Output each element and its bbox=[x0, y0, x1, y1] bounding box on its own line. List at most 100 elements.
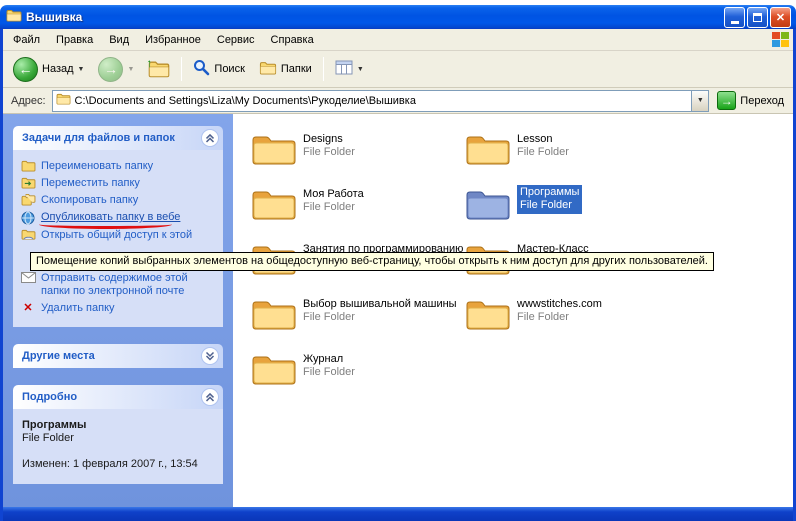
task-rename-folder[interactable]: Переименовать папку bbox=[20, 158, 219, 175]
section-other-places: Другие места bbox=[13, 344, 223, 368]
file-tasks-body: Переименовать папку Переместить папку Ск… bbox=[13, 150, 223, 327]
copy-folder-icon bbox=[20, 194, 36, 206]
expand-button[interactable] bbox=[201, 347, 219, 365]
go-button[interactable]: → Переход bbox=[715, 91, 790, 110]
folder-type: File Folder bbox=[303, 311, 457, 324]
address-bar: Адрес: C:\Documents and Settings\Liza\My… bbox=[3, 88, 793, 114]
share-folder-icon bbox=[20, 229, 36, 241]
folder-name: Моя Работа bbox=[303, 188, 364, 201]
minimize-icon bbox=[731, 21, 739, 24]
folder-type: File Folder bbox=[517, 311, 602, 324]
toolbar: ← Назад ▼ → ▼ ↑ bbox=[3, 51, 793, 88]
folder-icon-selected bbox=[465, 185, 511, 221]
minimize-button[interactable] bbox=[724, 7, 745, 28]
address-folder-icon bbox=[56, 93, 71, 108]
folder-item[interactable]: Моя РаботаFile Folder bbox=[251, 185, 466, 221]
maximize-icon bbox=[753, 13, 762, 22]
collapse-button[interactable] bbox=[201, 129, 219, 147]
menu-view[interactable]: Вид bbox=[101, 31, 137, 49]
forward-icon: → bbox=[98, 57, 123, 82]
toolbar-separator bbox=[323, 57, 324, 81]
task-copy-folder[interactable]: Скопировать папку bbox=[20, 192, 219, 209]
details-type: File Folder bbox=[22, 432, 217, 444]
back-dropdown-icon[interactable]: ▼ bbox=[78, 66, 85, 73]
menu-bar: Файл Правка Вид Избранное Сервис Справка bbox=[3, 29, 793, 51]
other-places-header[interactable]: Другие места bbox=[13, 344, 223, 368]
folder-item[interactable]: wwwstitches.comFile Folder bbox=[465, 295, 680, 331]
folder-view[interactable]: DesignsFile Folder LessonFile Folder Моя… bbox=[233, 114, 793, 507]
main-area: Задачи для файлов и папок Переименовать … bbox=[3, 114, 793, 507]
collapse-button[interactable] bbox=[201, 388, 219, 406]
folder-icon bbox=[251, 130, 297, 166]
email-icon bbox=[20, 272, 36, 283]
menu-edit[interactable]: Правка bbox=[48, 31, 101, 49]
folder-item-selected[interactable]: ПрограммыFile Folder bbox=[465, 185, 680, 221]
window-bottom-border bbox=[3, 507, 793, 521]
folder-icon bbox=[251, 185, 297, 221]
folders-icon bbox=[259, 61, 277, 78]
folder-type: File Folder bbox=[303, 146, 355, 159]
window-title: Вышивка bbox=[26, 10, 720, 24]
search-icon bbox=[193, 59, 210, 79]
menu-tools[interactable]: Сервис bbox=[209, 31, 263, 49]
folders-button[interactable]: Папки bbox=[253, 57, 318, 82]
address-label: Адрес: bbox=[11, 95, 46, 107]
folder-type: File Folder bbox=[517, 146, 569, 159]
go-label: Переход bbox=[740, 95, 784, 107]
globe-icon bbox=[20, 211, 36, 225]
details-name: Программы bbox=[22, 419, 217, 431]
folder-item[interactable]: Выбор вышивальной машиныFile Folder bbox=[251, 295, 466, 331]
task-publish-folder-web[interactable]: Опубликовать папку в вебе bbox=[20, 209, 219, 227]
folder-type: File Folder bbox=[520, 199, 579, 212]
desktop: Вышивка ✕ Файл Правка Вид Избранное Серв… bbox=[0, 0, 796, 521]
folder-name: Программы bbox=[520, 186, 579, 199]
folder-item[interactable]: LessonFile Folder bbox=[465, 130, 680, 166]
forward-button[interactable]: → ▼ bbox=[92, 53, 140, 86]
section-details: Подробно Программы File Folder Изменен: … bbox=[13, 385, 223, 484]
chevron-down-icon: ▼ bbox=[697, 97, 704, 104]
address-dropdown-button[interactable]: ▼ bbox=[691, 91, 708, 111]
task-share-folder[interactable]: Открыть общий доступ к этой bbox=[20, 227, 219, 244]
folder-item[interactable]: DesignsFile Folder bbox=[251, 130, 466, 166]
up-folder-icon: ↑ bbox=[148, 60, 170, 79]
task-move-folder[interactable]: Переместить папку bbox=[20, 175, 219, 192]
file-tasks-header[interactable]: Задачи для файлов и папок bbox=[13, 126, 223, 150]
title-bar[interactable]: Вышивка ✕ bbox=[0, 5, 796, 29]
back-icon: ← bbox=[13, 57, 38, 82]
folder-type: File Folder bbox=[303, 201, 364, 214]
menu-file[interactable]: Файл bbox=[5, 31, 48, 49]
back-button[interactable]: ← Назад ▼ bbox=[7, 53, 90, 86]
task-delete-folder[interactable]: ✕ Удалить папку bbox=[20, 300, 219, 317]
chevron-up-icon bbox=[203, 131, 217, 145]
menu-help[interactable]: Справка bbox=[263, 31, 322, 49]
folder-icon bbox=[465, 295, 511, 331]
window-folder-icon bbox=[6, 9, 22, 25]
address-input[interactable]: C:\Documents and Settings\Liza\My Docume… bbox=[52, 90, 710, 112]
views-dropdown-icon[interactable]: ▼ bbox=[357, 66, 364, 73]
folder-icon bbox=[465, 130, 511, 166]
go-arrow-icon: → bbox=[717, 91, 736, 110]
maximize-button[interactable] bbox=[747, 7, 768, 28]
toolbar-separator bbox=[181, 57, 182, 81]
details-header[interactable]: Подробно bbox=[13, 385, 223, 409]
folder-item[interactable]: ЖурналFile Folder bbox=[251, 350, 466, 386]
views-icon bbox=[335, 60, 353, 78]
move-folder-icon bbox=[20, 177, 36, 189]
forward-dropdown-icon[interactable]: ▼ bbox=[127, 66, 134, 73]
details-modified: Изменен: 1 февраля 2007 г., 13:54 bbox=[22, 458, 217, 470]
folder-type: File Folder bbox=[303, 366, 355, 379]
close-button[interactable]: ✕ bbox=[770, 7, 791, 28]
folder-icon bbox=[251, 350, 297, 386]
menu-favorites[interactable]: Избранное bbox=[137, 31, 209, 49]
folder-name: Lesson bbox=[517, 133, 569, 146]
task-email-folder[interactable]: Отправить содержимое этой папки по элект… bbox=[20, 270, 219, 300]
delete-icon: ✕ bbox=[20, 302, 36, 314]
views-button[interactable]: ▼ bbox=[329, 56, 370, 82]
details-body: Программы File Folder Изменен: 1 февраля… bbox=[13, 409, 223, 484]
address-path[interactable]: C:\Documents and Settings\Liza\My Docume… bbox=[75, 95, 688, 107]
chevron-up-icon bbox=[203, 390, 217, 404]
folder-name: Выбор вышивальной машины bbox=[303, 298, 457, 311]
up-button[interactable]: ↑ bbox=[142, 56, 176, 83]
windows-logo-icon bbox=[772, 32, 789, 47]
search-button[interactable]: Поиск bbox=[187, 55, 250, 83]
